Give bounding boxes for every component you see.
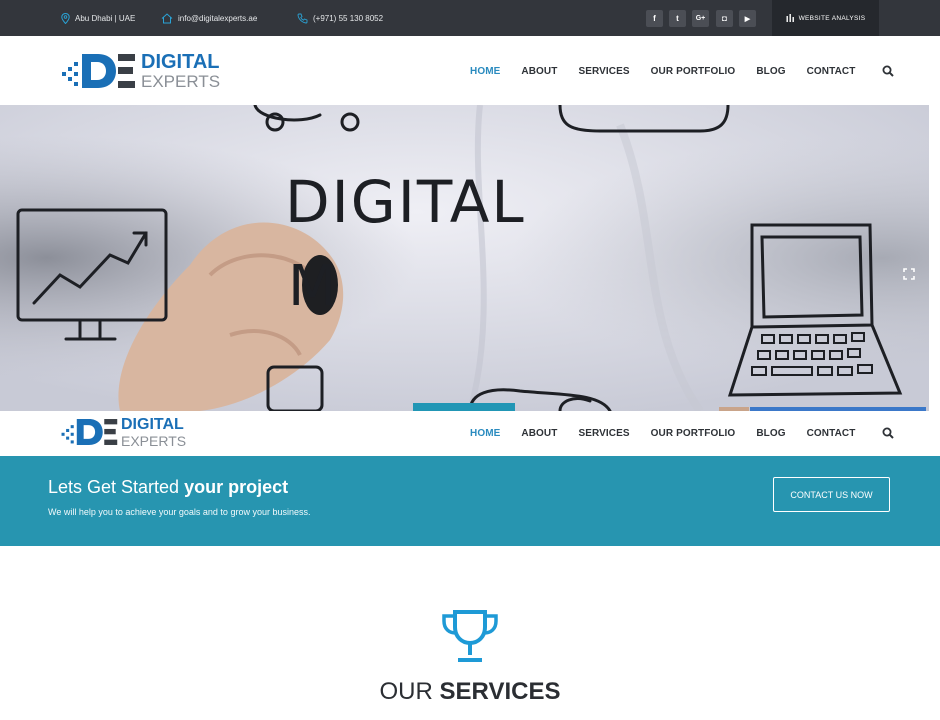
- cta-title: Lets Get Started your project: [48, 477, 288, 498]
- nav-contact[interactable]: CONTACT: [807, 66, 856, 77]
- logo-line-digital: DIGITAL: [141, 51, 220, 73]
- board-letter: M: [288, 254, 336, 319]
- nav-services[interactable]: SERVICES: [578, 66, 629, 77]
- sticky-logo-line-digital: DIGITAL: [121, 415, 184, 433]
- nav-blog[interactable]: BLOG: [756, 66, 785, 77]
- de-logo-mark-small: [61, 419, 118, 445]
- cta-subtitle: We will help you to achieve your goals a…: [48, 507, 311, 517]
- main-header: DIGITAL EXPERTS HOME ABOUT SERVICES OUR …: [0, 36, 940, 105]
- sticky-nav-home[interactable]: HOME: [470, 428, 500, 439]
- nav-portfolio[interactable]: OUR PORTFOLIO: [651, 66, 736, 77]
- trophy-icon: [442, 610, 498, 662]
- site-logo[interactable]: DIGITAL EXPERTS: [60, 51, 220, 91]
- fullscreen-icon[interactable]: [903, 268, 915, 280]
- sticky-nav-contact[interactable]: CONTACT: [807, 428, 856, 439]
- website-analysis-label: WEBSITE ANALYSIS: [798, 14, 866, 22]
- board-text: DIGITAL: [285, 168, 526, 236]
- google-plus-icon[interactable]: G+: [692, 10, 709, 27]
- nav-home[interactable]: HOME: [470, 66, 500, 77]
- phone-text[interactable]: (+971) 55 130 8052: [313, 14, 383, 23]
- location: Abu Dhabi | UAE: [61, 0, 135, 36]
- location-text: Abu Dhabi | UAE: [75, 13, 136, 23]
- sticky-nav: HOME ABOUT SERVICES OUR PORTFOLIO BLOG C…: [470, 427, 895, 439]
- sticky-header: DIGITAL EXPERTS HOME ABOUT SERVICES OUR …: [0, 411, 940, 456]
- logo-line-experts: EXPERTS: [141, 72, 221, 91]
- phone[interactable]: (+971) 55 130 8052: [297, 0, 383, 36]
- sticky-nav-blog[interactable]: BLOG: [756, 428, 785, 439]
- twitter-icon[interactable]: t: [669, 10, 686, 27]
- search-icon[interactable]: [882, 65, 895, 77]
- slider-tab[interactable]: [413, 403, 515, 411]
- sticky-nav-about[interactable]: ABOUT: [521, 428, 557, 439]
- nav-about[interactable]: ABOUT: [521, 66, 557, 77]
- equalizer-icon: [786, 14, 794, 22]
- cta-title-bold: your project: [184, 477, 289, 497]
- hero-video[interactable]: DIGITAL M: [0, 105, 929, 411]
- hero-illustration: DIGITAL M: [0, 105, 929, 411]
- website-analysis-button[interactable]: WEBSITE ANALYSIS: [772, 0, 879, 36]
- main-nav: HOME ABOUT SERVICES OUR PORTFOLIO BLOG C…: [470, 65, 895, 77]
- services-title-bold: SERVICES: [439, 678, 561, 705]
- email-link[interactable]: info@digitalexperts.ae: [178, 14, 257, 23]
- de-logo-mark: [62, 54, 135, 88]
- sticky-nav-portfolio[interactable]: OUR PORTFOLIO: [651, 428, 736, 439]
- sticky-search-icon[interactable]: [882, 427, 895, 439]
- location-pin-icon: [61, 12, 70, 24]
- phone-icon: [297, 13, 308, 23]
- email[interactable]: info@digitalexperts.ae: [161, 0, 257, 36]
- services-title: OUR SERVICES: [0, 678, 940, 706]
- cta-title-prefix: Lets Get Started: [48, 477, 180, 497]
- contact-us-button[interactable]: CONTACT US NOW: [773, 477, 890, 512]
- services-title-prefix: OUR: [379, 678, 433, 705]
- sticky-logo[interactable]: DIGITAL EXPERTS: [60, 415, 186, 449]
- home-icon: [161, 12, 173, 23]
- youtube-icon[interactable]: ▶: [739, 10, 756, 27]
- instagram-icon[interactable]: ◘: [716, 10, 733, 27]
- sticky-nav-services[interactable]: SERVICES: [578, 428, 629, 439]
- sticky-logo-line-experts: EXPERTS: [121, 432, 187, 449]
- facebook-icon[interactable]: f: [646, 10, 663, 27]
- top-bar: Abu Dhabi | UAE info@digitalexperts.ae (…: [0, 0, 940, 36]
